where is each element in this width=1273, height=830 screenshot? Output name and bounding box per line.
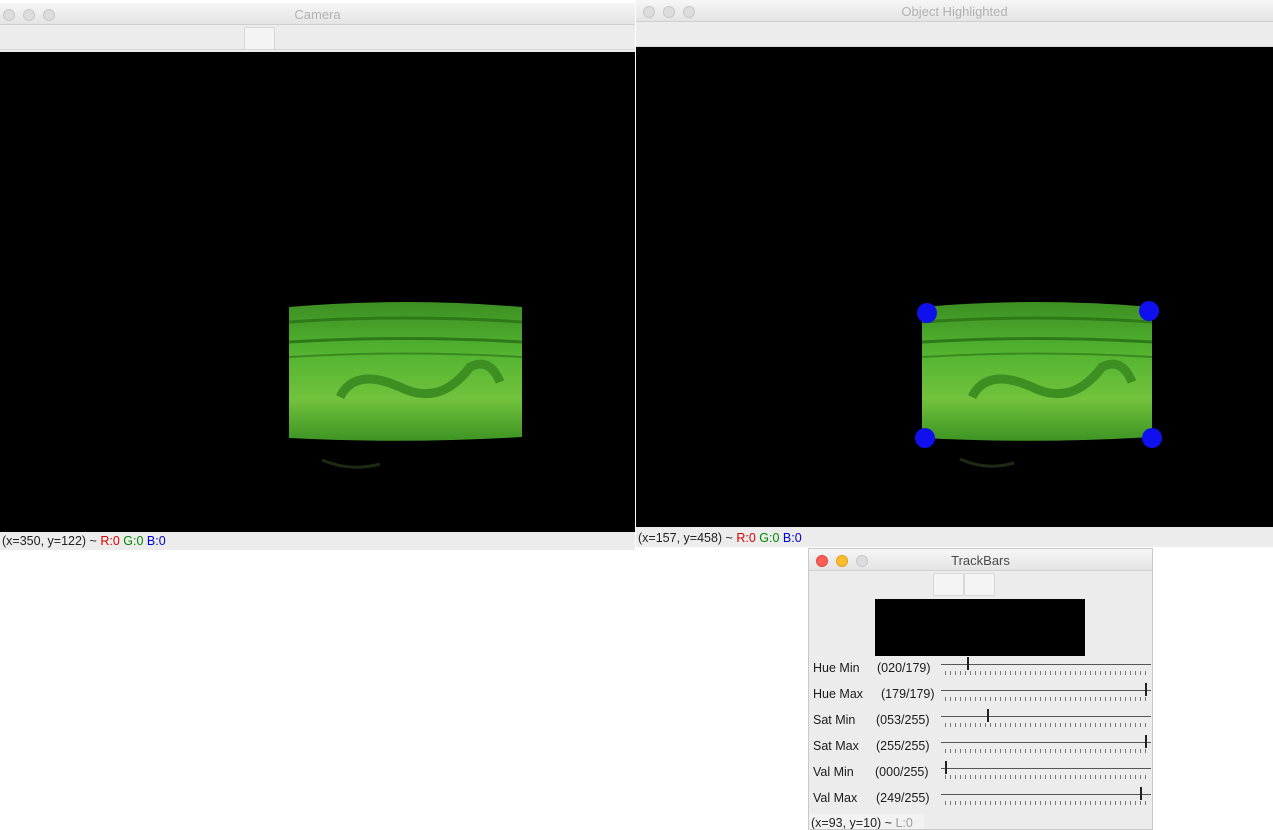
- trackbar-thumb[interactable]: [1145, 683, 1147, 696]
- trackbar-ticks: [945, 801, 1147, 805]
- trackbar-value: (255/255): [876, 739, 930, 753]
- corner-marker-bottom-left: [915, 428, 935, 448]
- trackbar-row: Sat Min (053/255): [809, 708, 1152, 734]
- trackbar-value: (000/255): [875, 765, 929, 779]
- trackbar-row: Hue Min (020/179): [809, 656, 1152, 682]
- trackbar-row: Val Min (000/255): [809, 760, 1152, 786]
- highlight-g-value: G:0: [759, 531, 780, 545]
- green-container-shape: [922, 302, 1152, 441]
- camera-window: Camera (x=350, y=122) ~ R:0 G:0 B:0: [0, 3, 635, 550]
- desktop: Camera (x=350, y=122) ~ R:0 G:0 B:0 Obje…: [0, 0, 1273, 830]
- highlight-window-title: Object Highlighted: [901, 4, 1008, 19]
- camera-toolbar-button[interactable]: [244, 27, 275, 50]
- trackbar-label: Hue Min: [813, 661, 860, 675]
- camera-g-value: G:0: [123, 534, 144, 548]
- trackbar-thumb[interactable]: [986, 709, 989, 722]
- camera-coords: (x=350, y=122) ~: [2, 534, 97, 548]
- trackbar-groove: [941, 716, 1151, 717]
- trackbars-window: TrackBars Hue Min (020/179) Hue Max (179/17…: [808, 548, 1153, 830]
- trackbar-thumb[interactable]: [945, 761, 947, 774]
- trackbars-toolbar: [809, 571, 1152, 596]
- trackbar-row: Hue Max (179/179): [809, 682, 1152, 708]
- trackbar-groove: [941, 794, 1151, 795]
- trackbar-thumb[interactable]: [967, 657, 970, 670]
- corner-marker-top-left: [917, 303, 937, 323]
- camera-object-svg: [288, 302, 523, 469]
- trackbars-l-value: L:0: [895, 816, 913, 830]
- trackbar-slider[interactable]: [941, 656, 1151, 682]
- trackbar-groove: [941, 690, 1151, 691]
- trackbar-thumb[interactable]: [1140, 787, 1143, 800]
- highlight-toolbar: [636, 22, 1273, 47]
- highlight-window: Object Highlighted (x=157, y=458) ~ R:0 …: [636, 0, 1273, 547]
- camera-status-bar: (x=350, y=122) ~ R:0 G:0 B:0: [0, 532, 635, 550]
- trackbars-toolbar-button-1[interactable]: [933, 573, 964, 596]
- highlight-titlebar[interactable]: Object Highlighted: [636, 0, 1273, 22]
- corner-marker-bottom-right: [1142, 428, 1162, 448]
- green-container-shape: [289, 302, 522, 441]
- trackbars-toolbar-button-2[interactable]: [964, 573, 995, 596]
- trackbars-coords: (x=93, y=10) ~: [811, 816, 892, 830]
- trackbar-slider[interactable]: [941, 734, 1151, 760]
- trackbar-label: Sat Min: [813, 713, 856, 727]
- trackbar-ticks: [945, 671, 1147, 675]
- trackbar-ticks: [945, 723, 1147, 727]
- trackbar-thumb[interactable]: [1145, 735, 1147, 748]
- trackbar-row: Val Max (249/255): [809, 786, 1152, 812]
- trackbars-image: [875, 599, 1085, 656]
- camera-toolbar: [0, 25, 635, 50]
- trackbar-label: Val Max: [813, 791, 858, 805]
- highlight-object-svg: [921, 302, 1153, 468]
- trackbar-label: Val Min: [813, 765, 854, 779]
- camera-titlebar[interactable]: Camera: [0, 3, 635, 25]
- trackbars-status-bar: (x=93, y=10) ~ L:0: [809, 814, 924, 830]
- trackbar-value: (179/179): [881, 687, 935, 701]
- trackbar-ticks: [945, 697, 1147, 701]
- trackbar-slider[interactable]: [941, 682, 1151, 708]
- trackbar-groove: [941, 742, 1151, 743]
- trackbar-row: Sat Max (255/255): [809, 734, 1152, 760]
- trackbars-window-title: TrackBars: [951, 553, 1010, 568]
- camera-r-value: R:0: [100, 534, 120, 548]
- highlight-image[interactable]: [636, 47, 1273, 527]
- trackbar-label: Hue Max: [813, 687, 864, 701]
- trackbars-titlebar[interactable]: TrackBars: [809, 549, 1152, 571]
- camera-image[interactable]: [0, 52, 635, 532]
- trackbar-groove: [941, 768, 1151, 769]
- trackbar-ticks: [945, 749, 1147, 753]
- trackbar-ticks: [945, 775, 1147, 779]
- highlight-status-bar: (x=157, y=458) ~ R:0 G:0 B:0: [636, 529, 816, 547]
- camera-b-value: B:0: [146, 534, 166, 548]
- trackbar-value: (249/255): [876, 791, 930, 805]
- trackbar-slider[interactable]: [941, 708, 1151, 734]
- trackbar-slider[interactable]: [941, 786, 1151, 812]
- highlight-r-value: R:0: [736, 531, 756, 545]
- trackbar-groove: [941, 664, 1151, 665]
- camera-window-title: Camera: [294, 7, 341, 22]
- highlight-b-value: B:0: [782, 531, 802, 545]
- trackbar-value: (020/179): [877, 661, 931, 675]
- trackbar-label: Sat Max: [813, 739, 859, 753]
- trackbar-value: (053/255): [876, 713, 930, 727]
- highlight-coords: (x=157, y=458) ~: [638, 531, 733, 545]
- trackbar-slider[interactable]: [941, 760, 1151, 786]
- corner-marker-top-right: [1139, 301, 1159, 321]
